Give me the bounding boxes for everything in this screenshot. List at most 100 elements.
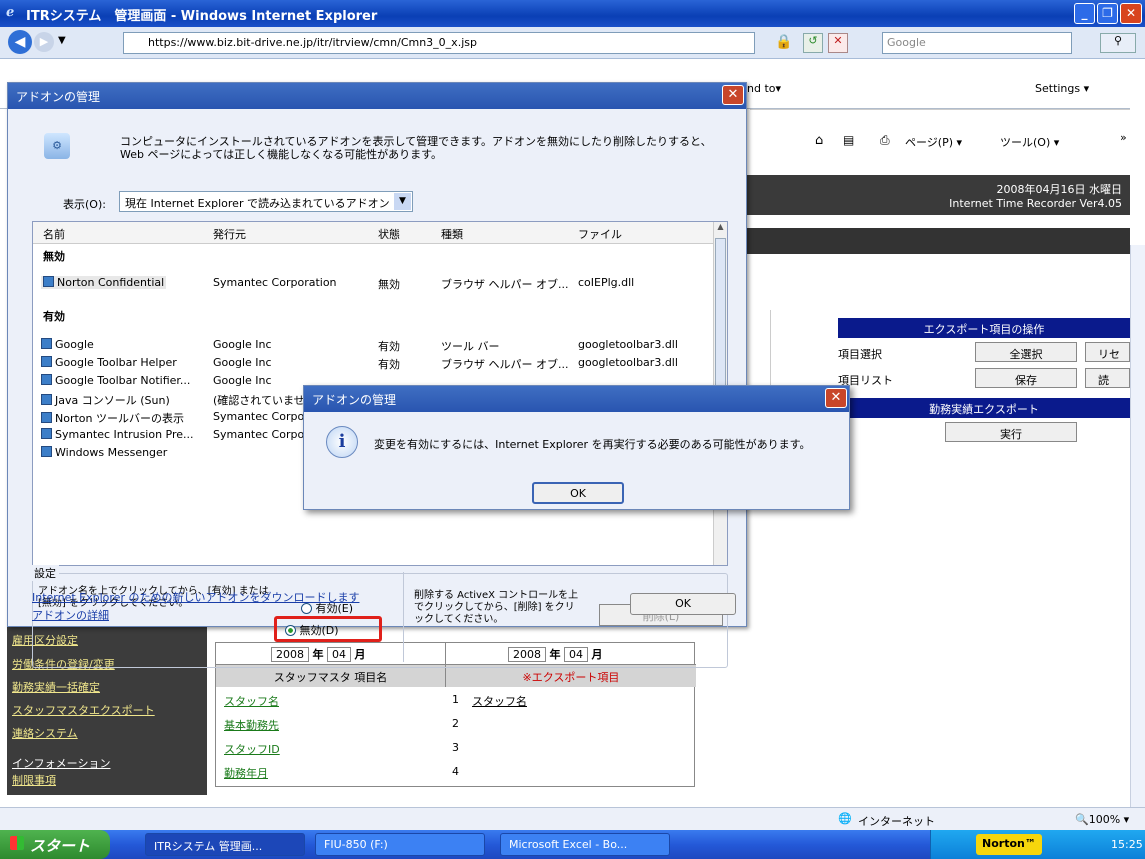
run-button[interactable]: 実行 — [945, 422, 1077, 442]
dialog-description: コンピュータにインストールされているアドオンを表示して管理できます。アドオンを無… — [120, 135, 712, 161]
row-number: 2 — [452, 717, 459, 730]
back-button[interactable]: ◀ — [8, 30, 32, 54]
addon-row[interactable]: Google Toolbar Helper Google Inc 有効 ブラウザ… — [33, 354, 713, 372]
window-title: ITRシステム 管理画面 - Windows Internet Explorer — [26, 9, 378, 24]
home-icon[interactable]: ⌂ — [815, 133, 823, 148]
download-addons-link[interactable]: Internet Explorer のための新しいアドオンをダウンロードします — [32, 589, 359, 605]
work-export-header: 勤務実績エクスポート — [838, 398, 1130, 418]
show-label: 表示(O): — [63, 198, 106, 211]
task-fiu[interactable]: FIU-850 (F:) — [315, 833, 485, 856]
print-icon[interactable]: ⎙ — [880, 133, 890, 148]
nav-bulk-confirm[interactable]: 勤務実績一括確定 — [12, 679, 100, 695]
message-ok-button[interactable]: OK — [532, 482, 624, 504]
addon-icon — [41, 356, 52, 367]
info-icon: i — [326, 426, 358, 458]
start-button[interactable]: スタート — [0, 830, 110, 859]
send-to-label[interactable]: nd to▾ — [747, 82, 781, 95]
tools-menu[interactable]: ツール(O) ▾ — [1000, 134, 1059, 150]
chevron-down-icon[interactable]: ▼ — [394, 193, 411, 210]
settings-label: 設定 — [31, 565, 59, 581]
addon-settings-icon: ⚙ — [44, 133, 70, 159]
row-number: 4 — [452, 765, 459, 778]
status-bar: 🌐 インターネット 🔍100% ▾ — [0, 807, 1145, 830]
field-staff-id[interactable]: スタッフID — [224, 741, 280, 757]
norton-badge[interactable]: Norton™ — [976, 834, 1042, 855]
message-title: アドオンの管理 — [304, 386, 849, 412]
security-zone: インターネット — [858, 815, 935, 828]
forward-button[interactable]: ▶ — [34, 32, 54, 52]
export-item[interactable]: スタッフ名 — [472, 693, 527, 709]
column-name[interactable]: 名前 — [43, 226, 65, 242]
row-number: 3 — [452, 741, 459, 754]
addon-details-link[interactable]: アドオンの詳細 — [32, 607, 109, 623]
addon-row[interactable]: Google Google Inc 有効 ツール バー googletoolba… — [33, 336, 713, 354]
close-button[interactable]: ✕ — [1120, 3, 1142, 24]
chevron-right-icon[interactable]: » — [1120, 131, 1127, 144]
restart-message-dialog: アドオンの管理 ✕ i 変更を有効にするには、Internet Explorer… — [303, 385, 850, 510]
clock: 15:25 — [1111, 838, 1143, 851]
field-work-month[interactable]: 勤務年月 — [224, 765, 268, 781]
item-select-label: 項目選択 — [838, 348, 882, 361]
address-input[interactable]: https://www.biz.bit-drive.ne.jp/itr/itrv… — [123, 32, 755, 54]
page-menu[interactable]: ページ(P) ▾ — [905, 134, 962, 150]
window-title-bar: ℯ ITRシステム 管理画面 - Windows Internet Explor… — [0, 0, 1145, 27]
minimize-button[interactable]: _ — [1074, 3, 1095, 24]
dialog-close-button[interactable]: ✕ — [722, 85, 744, 105]
system-tray: Norton™ 15:25 — [930, 830, 1145, 859]
show-dropdown[interactable]: 現在 Internet Explorer で読み込まれているアドオン ▼ — [119, 191, 413, 212]
export-panel-header: エクスポート項目の操作 — [838, 318, 1130, 338]
message-close-button[interactable]: ✕ — [825, 388, 847, 408]
maximize-button[interactable]: ❐ — [1097, 3, 1118, 24]
history-dropdown-icon[interactable]: ▼ — [58, 35, 66, 46]
stop-icon[interactable]: ✕ — [828, 33, 848, 53]
task-itr[interactable]: ITRシステム 管理画... — [145, 833, 305, 856]
addon-icon — [41, 338, 52, 349]
refresh-icon[interactable]: ↺ — [803, 33, 823, 53]
disable-radio[interactable]: 無効(D) — [285, 622, 339, 638]
select-all-button[interactable]: 全選択 — [975, 342, 1077, 362]
windows-logo-icon — [10, 836, 24, 850]
column-header-staff-master: スタッフマスタ 項目名 — [216, 665, 446, 687]
feeds-icon[interactable]: ▤ — [843, 133, 854, 147]
nav-staff-export[interactable]: スタッフマスタエクスポート — [12, 702, 155, 718]
addon-icon — [41, 412, 52, 423]
globe-icon: 🌐 — [838, 812, 852, 825]
taskbar: スタート ITRシステム 管理画... FIU-850 (F:) Microso… — [0, 830, 1145, 859]
column-file[interactable]: ファイル — [578, 226, 622, 242]
addon-manager-dialog: アドオンの管理 ✕ ⚙ コンピュータにインストールされているアドオンを表示して管… — [7, 82, 747, 668]
addon-icon — [41, 374, 52, 385]
column-header-export-items: ※エクスポート項目 — [446, 665, 696, 687]
group-disabled: 無効 — [43, 250, 65, 263]
task-excel[interactable]: Microsoft Excel - Bo... — [500, 833, 670, 856]
field-work-place[interactable]: 基本勤務先 — [224, 717, 279, 733]
zoom-level[interactable]: 🔍100% ▾ — [1075, 813, 1129, 826]
search-icon[interactable]: ⚲ — [1100, 33, 1136, 53]
dialog-ok-button[interactable]: OK — [630, 593, 736, 615]
divider — [750, 109, 1130, 110]
nav-contact-system[interactable]: 連絡システム — [12, 725, 78, 741]
addon-icon — [41, 446, 52, 457]
addon-row[interactable]: Norton Confidential Symantec Corporation… — [33, 274, 713, 292]
column-status[interactable]: 状態 — [378, 226, 400, 242]
nav-info-header: インフォメーション — [12, 757, 111, 770]
field-staff-name[interactable]: スタッフ名 — [224, 693, 279, 709]
nav-restrictions[interactable]: 制限事項 — [12, 772, 56, 788]
group-enabled: 有効 — [43, 310, 65, 323]
settings-menu[interactable]: Settings ▾ — [1035, 82, 1089, 95]
message-text: 変更を有効にするには、Internet Explorer を再実行する必要のある… — [374, 438, 811, 451]
radio-selected-icon[interactable] — [285, 625, 296, 636]
settings-group: 設定 アドオン名を上でクリックしてから、[有効] または [無効] をクリックし… — [31, 565, 728, 668]
lock-icon[interactable]: 🔒 — [775, 34, 792, 50]
search-input[interactable]: Google — [882, 32, 1072, 54]
navigation-bar: ◀ ▶ ▼ https://www.biz.bit-drive.ne.jp/it… — [0, 27, 1145, 59]
vertical-scrollbar[interactable] — [1130, 245, 1145, 807]
column-type[interactable]: 種類 — [441, 226, 463, 242]
reset-button[interactable]: リセ — [1085, 342, 1130, 362]
addon-icon — [41, 428, 52, 439]
dialog-title: アドオンの管理 — [8, 83, 746, 109]
row-number: 1 — [452, 693, 459, 706]
save-button[interactable]: 保存 — [975, 368, 1077, 388]
load-button[interactable]: 読 — [1085, 368, 1130, 388]
column-publisher[interactable]: 発行元 — [213, 226, 246, 242]
addon-icon — [41, 394, 52, 405]
